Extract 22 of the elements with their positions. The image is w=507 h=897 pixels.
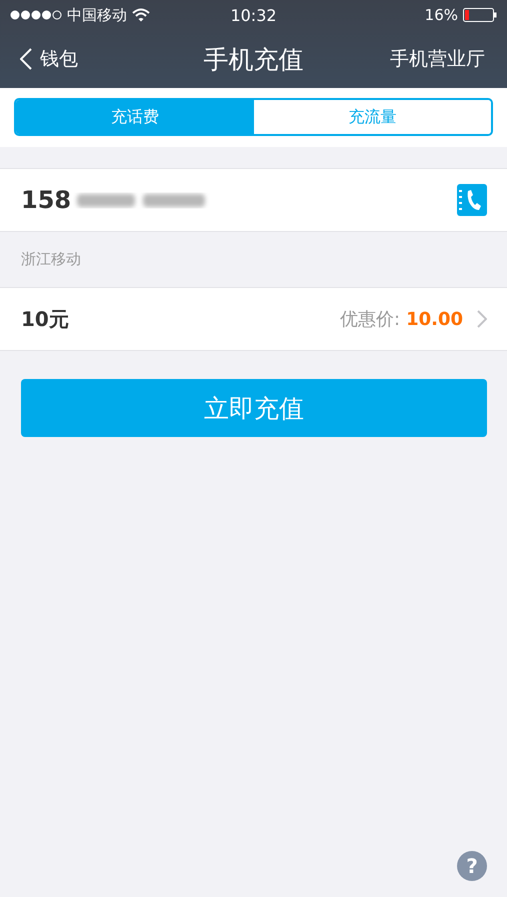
tab[interactable]: 充话费 — [16, 100, 254, 134]
amount-value: 10元 — [21, 306, 69, 332]
recharge-button[interactable]: 立即充值 — [21, 379, 487, 437]
store-link[interactable]: 手机营业厅 — [390, 46, 485, 72]
phone-number: 158 — [21, 186, 72, 214]
price-value: 10.00 — [406, 308, 463, 330]
phone-book-icon — [457, 184, 487, 216]
carrier-name: 中国移动 — [67, 6, 127, 24]
contacts-button[interactable] — [457, 184, 487, 216]
back-button[interactable]: 钱包 — [20, 46, 78, 72]
battery-percent: 16% — [424, 6, 458, 24]
chevron-right-icon — [477, 310, 487, 328]
page-title: 手机充值 — [204, 44, 304, 76]
status-time: 10:32 — [230, 6, 277, 24]
help-button[interactable]: ? — [457, 851, 487, 881]
wifi-icon — [132, 8, 150, 22]
signal-icon — [10, 10, 62, 20]
chevron-left-icon — [20, 48, 32, 70]
price-label: 优惠价: — [340, 308, 400, 331]
carrier-label: 浙江移动 — [21, 250, 81, 269]
battery-icon — [463, 8, 497, 22]
amount-row[interactable]: 10元 优惠价: 10.00 — [0, 287, 507, 351]
